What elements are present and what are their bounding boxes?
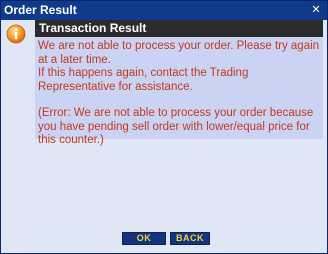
title-bar: Order Result ✕ xyxy=(1,1,327,20)
close-icon[interactable]: ✕ xyxy=(310,4,322,16)
info-icon xyxy=(6,24,26,44)
message-line-2: If this happens again, contact the Tradi… xyxy=(38,67,249,93)
panel-header: Transaction Result xyxy=(35,20,323,37)
button-row: OK BACK xyxy=(1,232,327,245)
order-result-dialog: Order Result ✕ Transaction Result We are… xyxy=(0,0,328,254)
back-button[interactable]: BACK xyxy=(170,232,210,245)
dialog-body: Transaction Result We are not able to pr… xyxy=(1,20,327,253)
transaction-result-panel: Transaction Result We are not able to pr… xyxy=(35,20,323,146)
ok-button[interactable]: OK xyxy=(122,232,166,245)
window-title: Order Result xyxy=(4,3,77,17)
panel-message: We are not able to process your order. P… xyxy=(35,37,323,146)
message-line-1: We are not able to process your order. P… xyxy=(38,40,320,66)
error-message: (Error: We are not able to process your … xyxy=(38,107,314,146)
